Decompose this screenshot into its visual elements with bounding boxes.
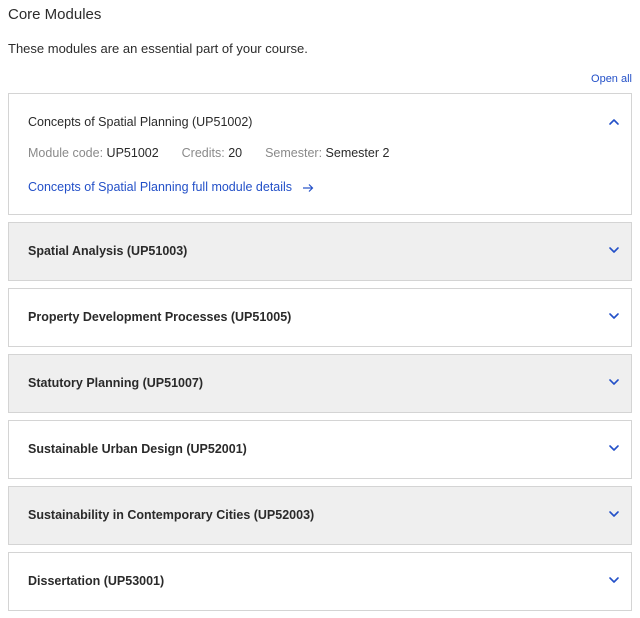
- module-item-sustainable-urban-design[interactable]: Sustainable Urban Design (UP52001): [8, 420, 632, 479]
- module-header[interactable]: Statutory Planning (UP51007): [9, 355, 631, 413]
- module-item-spatial-analysis[interactable]: Spatial Analysis (UP51003): [8, 222, 632, 281]
- module-title: Sustainable Urban Design (UP52001): [28, 442, 247, 456]
- chevron-down-icon[interactable]: [607, 507, 621, 521]
- module-title: Dissertation (UP53001): [28, 574, 165, 588]
- intro-text: These modules are an essential part of y…: [8, 41, 308, 56]
- arrow-right-icon: [302, 183, 313, 192]
- module-item-property-development-processes[interactable]: Property Development Processes (UP51005): [8, 288, 632, 347]
- module-title: Sustainability in Contemporary Cities (U…: [28, 508, 315, 522]
- module-header[interactable]: Sustainability in Contemporary Cities (U…: [9, 487, 631, 545]
- module-details-link-text: Concepts of Spatial Planning full module…: [28, 180, 293, 194]
- module-header[interactable]: Sustainable Urban Design (UP52001): [9, 421, 631, 479]
- module-header-concepts-of-spatial-planning[interactable]: Concepts of Spatial Planning (UP51002): [9, 94, 631, 150]
- module-header[interactable]: Dissertation (UP53001): [9, 553, 631, 611]
- open-all-link[interactable]: Open all: [591, 73, 632, 85]
- module-item-statutory-planning[interactable]: Statutory Planning (UP51007): [8, 354, 632, 413]
- core-modules-accordion: Concepts of Spatial Planning (UP51002) M…: [8, 93, 632, 618]
- module-title: Property Development Processes (UP51005): [28, 310, 292, 324]
- chevron-down-icon[interactable]: [607, 309, 621, 323]
- module-title: Concepts of Spatial Planning (UP51002): [28, 115, 253, 129]
- module-item-dissertation[interactable]: Dissertation (UP53001): [8, 552, 632, 611]
- module-details-link[interactable]: Concepts of Spatial Planning full module…: [28, 180, 314, 194]
- chevron-down-icon[interactable]: [607, 441, 621, 455]
- module-title: Statutory Planning (UP51007): [28, 376, 204, 390]
- module-code-label: Module code:: [28, 146, 104, 160]
- chevron-down-icon[interactable]: [607, 375, 621, 389]
- page-title: Core Modules: [8, 6, 102, 23]
- credits-value: 20: [228, 146, 243, 160]
- chevron-down-icon[interactable]: [607, 573, 621, 587]
- semester-value: Semester 2: [325, 146, 390, 160]
- module-header[interactable]: Spatial Analysis (UP51003): [9, 223, 631, 281]
- module-code-value: UP51002: [106, 146, 159, 160]
- module-header[interactable]: Property Development Processes (UP51005): [9, 289, 631, 347]
- module-title: Spatial Analysis (UP51003): [28, 244, 188, 258]
- credits-label: Credits:: [181, 146, 225, 160]
- module-item-sustainability-in-contemporary-cities[interactable]: Sustainability in Contemporary Cities (U…: [8, 486, 632, 545]
- module-item-concepts-of-spatial-planning: Concepts of Spatial Planning (UP51002) M…: [8, 93, 632, 215]
- chevron-up-icon[interactable]: [607, 115, 621, 129]
- chevron-down-icon[interactable]: [607, 243, 621, 257]
- semester-label: Semester:: [265, 146, 323, 160]
- module-meta: Module code: UP51002 Credits: 20 Semeste…: [28, 146, 389, 160]
